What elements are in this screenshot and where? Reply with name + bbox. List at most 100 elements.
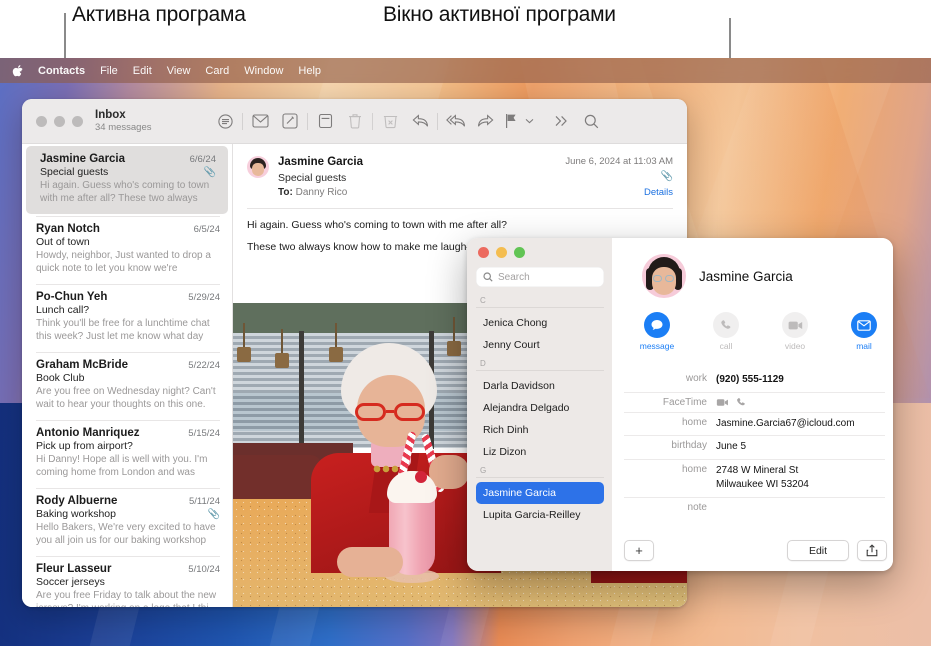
contacts-minimize-button[interactable] [496,247,507,258]
chevron-down-icon[interactable] [520,106,538,136]
contact-list-item-selected[interactable]: Jasmine Garcia [476,482,604,504]
mail-minimize-button[interactable] [54,116,65,127]
menu-item-window[interactable]: Window [244,65,283,77]
search-field[interactable]: Search [476,267,604,287]
message-subject: Out of town [36,236,90,248]
field-label: home [624,417,716,432]
to-label: To: [278,187,293,198]
to-value: Danny Rico [296,187,348,198]
body-paragraph-1: Hi again. Guess who's coming to town wit… [247,219,673,231]
contacts-traffic-lights[interactable] [476,247,604,258]
message-date: 6/6/24 [190,154,216,165]
contact-list-item[interactable]: Rich Dinh [476,419,604,441]
message-list-item[interactable]: Ryan Notch 6/5/24 Out of town Howdy, nei… [22,216,232,284]
edit-button[interactable]: Edit [787,540,849,561]
menu-item-edit[interactable]: Edit [133,65,152,77]
envelope-icon [851,312,877,338]
contacts-zoom-button[interactable] [514,247,525,258]
contact-list-item[interactable]: Darla Davidson [476,375,604,397]
message-preview: Howdy, neighbor, Just wanted to drop a q… [36,249,220,276]
mail-close-button[interactable] [36,116,47,127]
mark-unread-icon[interactable] [245,106,275,136]
toolbar-divider-4 [437,113,438,130]
callout-active-window-label: Вікно активної програми [383,3,616,27]
message-preview: Think you'll be free for a lunchtime cha… [36,317,220,344]
archive-icon[interactable] [310,106,340,136]
video-camera-icon [782,312,808,338]
menu-item-help[interactable]: Help [298,65,321,77]
field-value: (920) 555-1129 [716,373,784,388]
add-field-button[interactable]: + [624,540,654,561]
contact-header: Jasmine Garcia [622,254,885,298]
action-message[interactable]: message [636,312,678,351]
field-facetime[interactable]: FaceTime [624,393,885,413]
mail-toolbar[interactable]: Inbox 34 messages [22,99,687,144]
contact-list-item[interactable]: Lupita Garcia-Reilley [476,504,604,526]
toolbar-divider-2 [307,113,308,130]
contact-list-item[interactable]: Jenica Chong [476,312,604,334]
screenshot-root: Активна програма Вікно активної програми… [0,0,931,646]
mailbox-name: Inbox [95,108,210,122]
menu-item-view[interactable]: View [167,65,191,77]
mail-zoom-button[interactable] [72,116,83,127]
field-note[interactable]: note [624,498,885,517]
share-button[interactable] [857,540,887,561]
menu-item-file[interactable]: File [100,65,118,77]
message-date: 5/29/24 [188,292,220,303]
more-icon[interactable] [546,106,576,136]
junk-icon[interactable] [375,106,405,136]
group-header-c: C [476,296,604,308]
avatar[interactable] [642,254,686,298]
reply-icon[interactable] [405,106,435,136]
action-label: call [705,341,747,351]
message-sender: Po-Chun Yeh [36,291,107,303]
message-sender: Ryan Notch [36,223,100,235]
contact-list-item[interactable]: Jenny Court [476,334,604,356]
forward-icon[interactable] [470,106,500,136]
attachment-icon: 📎 [208,509,220,520]
contact-list-item[interactable]: Liz Dizon [476,441,604,463]
action-call[interactable]: call [705,312,747,351]
message-sender: Antonio Manriquez [36,427,140,439]
message-date: 5/11/24 [189,496,220,507]
message-list-item[interactable]: Jasmine Garcia 6/6/24 Special guests 📎 H… [26,146,228,214]
contact-list-item[interactable]: Alejandra Delgado [476,397,604,419]
message-list-item[interactable]: Po-Chun Yeh 5/29/24 Lunch call? Think yo… [22,284,232,352]
field-work-phone[interactable]: work (920) 555-1129 [624,369,885,393]
contacts-window[interactable]: Search C Jenica Chong Jenny Court D Darl… [467,238,893,571]
message-list-item[interactable]: Rody Albuerne 5/11/24 Baking workshop 📎 … [22,488,232,556]
field-label: FaceTime [624,397,716,408]
field-home-email[interactable]: home Jasmine.Garcia67@icloud.com [624,413,885,437]
details-link[interactable]: Details [565,185,673,200]
field-value: June 5 [716,440,746,455]
flag-icon[interactable] [500,106,520,136]
group-header-d: D [476,359,604,371]
video-camera-icon[interactable] [716,398,729,407]
field-birthday[interactable]: birthday June 5 [624,436,885,460]
contacts-close-button[interactable] [478,247,489,258]
action-mail[interactable]: mail [843,312,885,351]
search-icon[interactable] [576,106,606,136]
mail-traffic-lights[interactable] [22,116,95,127]
reply-all-icon[interactable] [440,106,470,136]
menu-item-card[interactable]: Card [205,65,229,77]
message-list-item[interactable]: Fleur Lasseur 5/10/24 Soccer jerseys Are… [22,556,232,607]
message-sender: Rody Albuerne [36,495,117,507]
action-video[interactable]: video [774,312,816,351]
message-date: 5/10/24 [188,564,220,575]
sidebar-filter-icon[interactable] [210,106,240,136]
contact-fields: work (920) 555-1129 FaceTime [622,369,885,517]
apple-menu-icon[interactable] [12,64,24,78]
message-list[interactable]: Jasmine Garcia 6/6/24 Special guests 📎 H… [22,144,233,607]
contact-quick-actions[interactable]: message call [622,312,885,351]
menu-bar[interactable]: Contacts File Edit View Card Window Help [0,58,931,83]
compose-icon[interactable] [275,106,305,136]
phone-icon[interactable] [736,397,747,408]
menu-item-contacts[interactable]: Contacts [38,65,85,77]
field-home-address[interactable]: home 2748 W Mineral St Milwaukee WI 5320… [624,460,885,498]
contacts-sidebar[interactable]: Search C Jenica Chong Jenny Court D Darl… [467,238,612,571]
message-list-item[interactable]: Graham McBride 5/22/24 Book Club Are you… [22,352,232,420]
mailbox-count: 34 messages [95,122,210,134]
message-list-item[interactable]: Antonio Manriquez 5/15/24 Pick up from a… [22,420,232,488]
delete-icon[interactable] [340,106,370,136]
